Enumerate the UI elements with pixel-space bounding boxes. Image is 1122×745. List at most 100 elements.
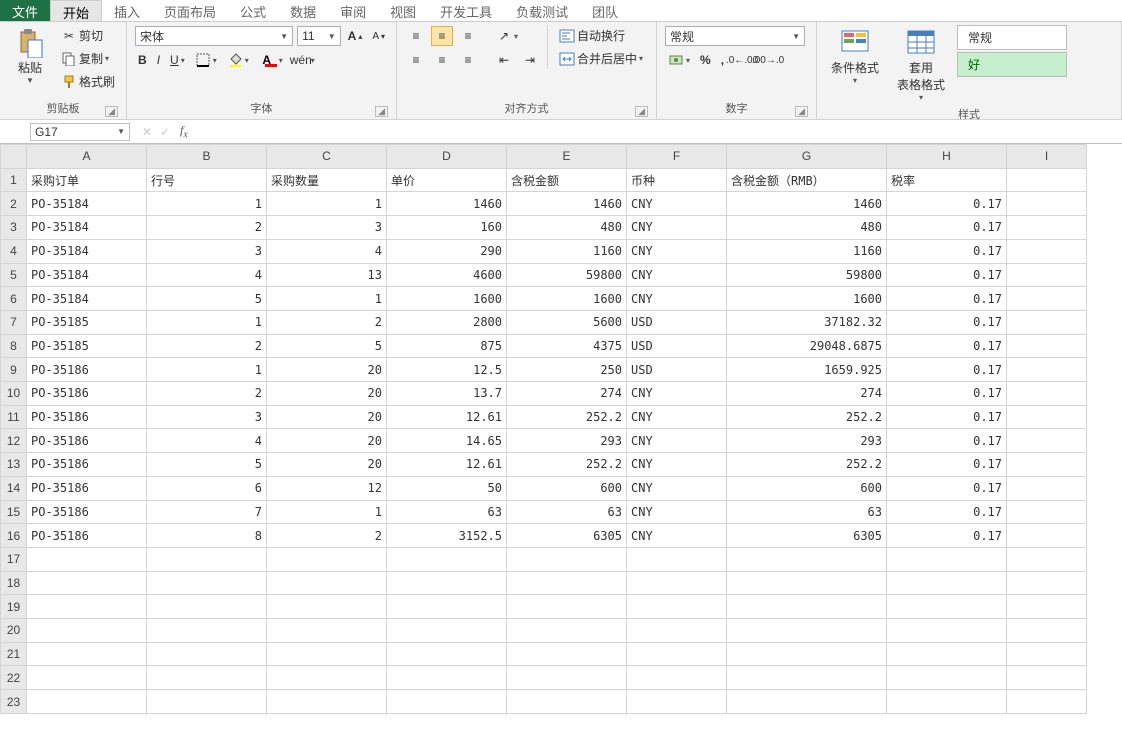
row-header-19[interactable]: 19 [1,595,27,619]
cell[interactable]: 29048.6875 [727,334,887,358]
cell[interactable] [627,690,727,714]
cell[interactable]: 3 [147,239,267,263]
formula-input[interactable] [192,123,1122,141]
header-cell[interactable] [1007,168,1087,192]
tab-视图[interactable]: 视图 [378,0,428,21]
cell[interactable] [27,571,147,595]
fill-color-button[interactable]: ▾ [224,50,252,70]
cell[interactable]: 63 [387,500,507,524]
cell[interactable]: 0.17 [887,500,1007,524]
cell[interactable] [387,642,507,666]
row-header-10[interactable]: 10 [1,382,27,406]
select-all-corner[interactable] [1,145,27,169]
cell[interactable]: PO-35186 [27,382,147,406]
cell[interactable]: 160 [387,216,507,240]
spreadsheet-grid[interactable]: ABCDEFGHI1采购订单行号采购数量单价含税金额币种含税金额（RMB）税率2… [0,144,1122,714]
cell[interactable]: 600 [507,476,627,500]
style-normal[interactable]: 常规 [957,25,1067,50]
format-as-table-button[interactable]: 套用 表格格式▾ [891,25,951,104]
cell[interactable] [1007,476,1087,500]
cell[interactable] [267,595,387,619]
align-bottom-button[interactable]: ≡ [457,26,479,46]
cell[interactable]: 290 [387,239,507,263]
cell[interactable]: 3 [267,216,387,240]
cell[interactable] [1007,547,1087,571]
cell[interactable]: CNY [627,453,727,477]
style-good[interactable]: 好 [957,52,1067,77]
cell[interactable] [627,619,727,643]
cell[interactable] [27,642,147,666]
cell[interactable]: PO-35186 [27,358,147,382]
header-cell[interactable]: 采购订单 [27,168,147,192]
cell[interactable]: 252.2 [507,453,627,477]
cell[interactable]: PO-35184 [27,239,147,263]
cell[interactable] [387,547,507,571]
cell[interactable] [887,619,1007,643]
cell[interactable]: 1 [147,192,267,216]
cell[interactable]: 1600 [727,287,887,311]
increase-decimal-button[interactable]: .0←.00 [731,50,753,70]
cell[interactable]: 252.2 [727,405,887,429]
cell[interactable]: 5 [147,287,267,311]
italic-button[interactable]: I [154,51,163,69]
row-header-18[interactable]: 18 [1,571,27,595]
cell-styles-gallery[interactable]: 常规 好 [957,25,1067,77]
cell[interactable]: PO-35184 [27,287,147,311]
tab-团队[interactable]: 团队 [580,0,630,21]
cell[interactable] [147,547,267,571]
cell[interactable]: 20 [267,405,387,429]
cell[interactable]: CNY [627,239,727,263]
cell[interactable]: 293 [727,429,887,453]
cell[interactable]: PO-35185 [27,310,147,334]
tab-页面布局[interactable]: 页面布局 [152,0,228,21]
cell[interactable]: USD [627,334,727,358]
cell[interactable]: CNY [627,476,727,500]
cell[interactable]: 4375 [507,334,627,358]
align-right-button[interactable]: ≡ [457,50,479,70]
cell[interactable] [387,690,507,714]
cell[interactable] [887,595,1007,619]
cell[interactable]: 1 [267,287,387,311]
cell[interactable] [1007,310,1087,334]
cell[interactable] [627,666,727,690]
row-header-1[interactable]: 1 [1,168,27,192]
cell[interactable]: 50 [387,476,507,500]
cell[interactable]: CNY [627,382,727,406]
decrease-decimal-button[interactable]: .00→.0 [757,50,779,70]
cell[interactable]: 5 [147,453,267,477]
cell[interactable] [27,619,147,643]
cell[interactable]: 12.61 [387,453,507,477]
cell[interactable]: 1 [267,500,387,524]
cell[interactable] [27,595,147,619]
cell[interactable]: 12 [267,476,387,500]
cell[interactable] [1007,239,1087,263]
cell[interactable] [267,642,387,666]
cell[interactable]: PO-35184 [27,263,147,287]
cell[interactable] [887,571,1007,595]
cell[interactable]: PO-35186 [27,476,147,500]
cell[interactable]: 875 [387,334,507,358]
cell[interactable] [27,690,147,714]
cell[interactable]: PO-35186 [27,405,147,429]
cell[interactable]: 0.17 [887,239,1007,263]
cell[interactable] [1007,429,1087,453]
cell[interactable] [147,642,267,666]
cell[interactable] [887,642,1007,666]
align-center-button[interactable]: ≡ [431,50,453,70]
cell[interactable] [147,619,267,643]
tab-负载测试[interactable]: 负载测试 [504,0,580,21]
cell[interactable]: CNY [627,192,727,216]
cell[interactable]: 1460 [727,192,887,216]
cell[interactable] [267,619,387,643]
cell[interactable]: 1 [147,310,267,334]
cell[interactable] [627,595,727,619]
fx-icon[interactable]: fx [180,123,188,140]
cell[interactable] [1007,382,1087,406]
cell[interactable]: 0.17 [887,358,1007,382]
indent-decrease-button[interactable]: ⇤ [493,50,515,70]
cell[interactable] [887,690,1007,714]
cell[interactable] [507,571,627,595]
cell[interactable]: 20 [267,358,387,382]
cell[interactable]: 5600 [507,310,627,334]
cell[interactable] [507,666,627,690]
